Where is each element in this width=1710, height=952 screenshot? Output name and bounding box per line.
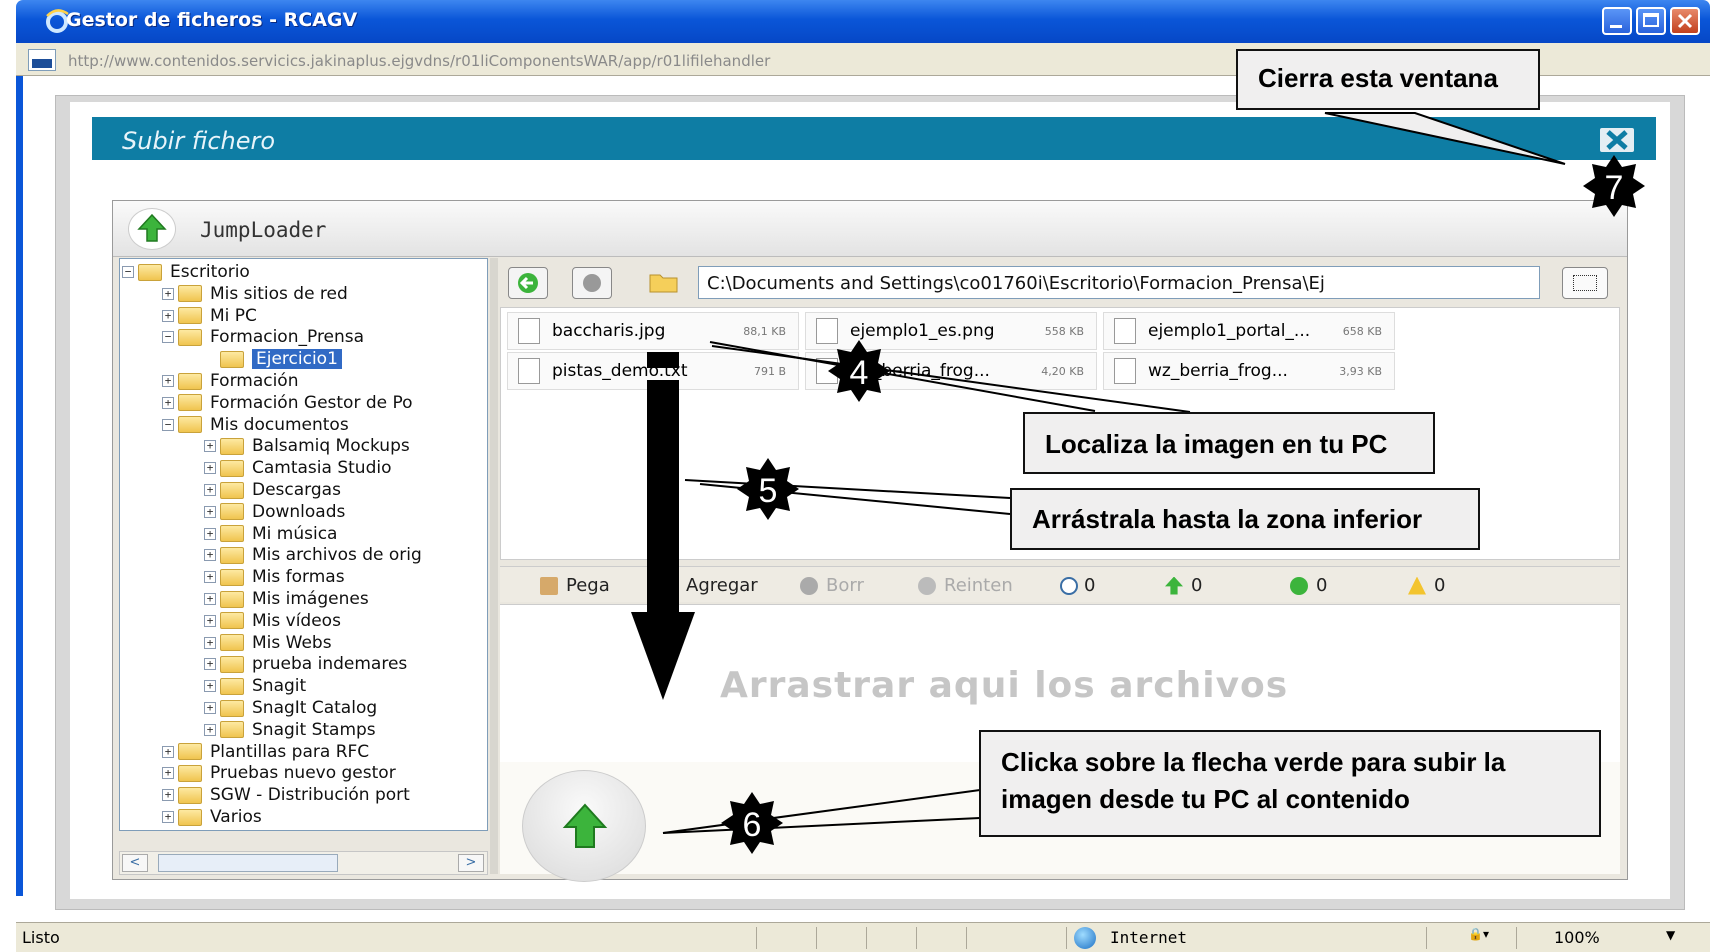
step-6-label: 6: [743, 806, 762, 844]
drag-arrow-head: [631, 612, 695, 700]
callout-locate: Localiza la imagen en tu PC: [1023, 412, 1435, 474]
pointer-4a: [709, 341, 1096, 412]
callout-upload: Clicka sobre la flecha verde para subir …: [979, 730, 1601, 837]
step-4-label: 4: [850, 354, 869, 392]
callout-drag: Arrástrala hasta la zona inferior: [1010, 488, 1480, 550]
step-7-label: 7: [1605, 169, 1624, 207]
pointer-4b: [711, 345, 1191, 413]
drag-arrow-head-bar: [647, 352, 679, 368]
pointer-6a: [662, 789, 981, 834]
callout-close: Cierra esta ventana: [1236, 49, 1540, 110]
pointer-5a: [684, 479, 1011, 499]
callout-pointer-7: [1324, 112, 1566, 165]
pointer-6b: [662, 817, 981, 834]
step-5-label: 5: [759, 472, 778, 510]
drag-arrow-shaft: [647, 380, 679, 612]
